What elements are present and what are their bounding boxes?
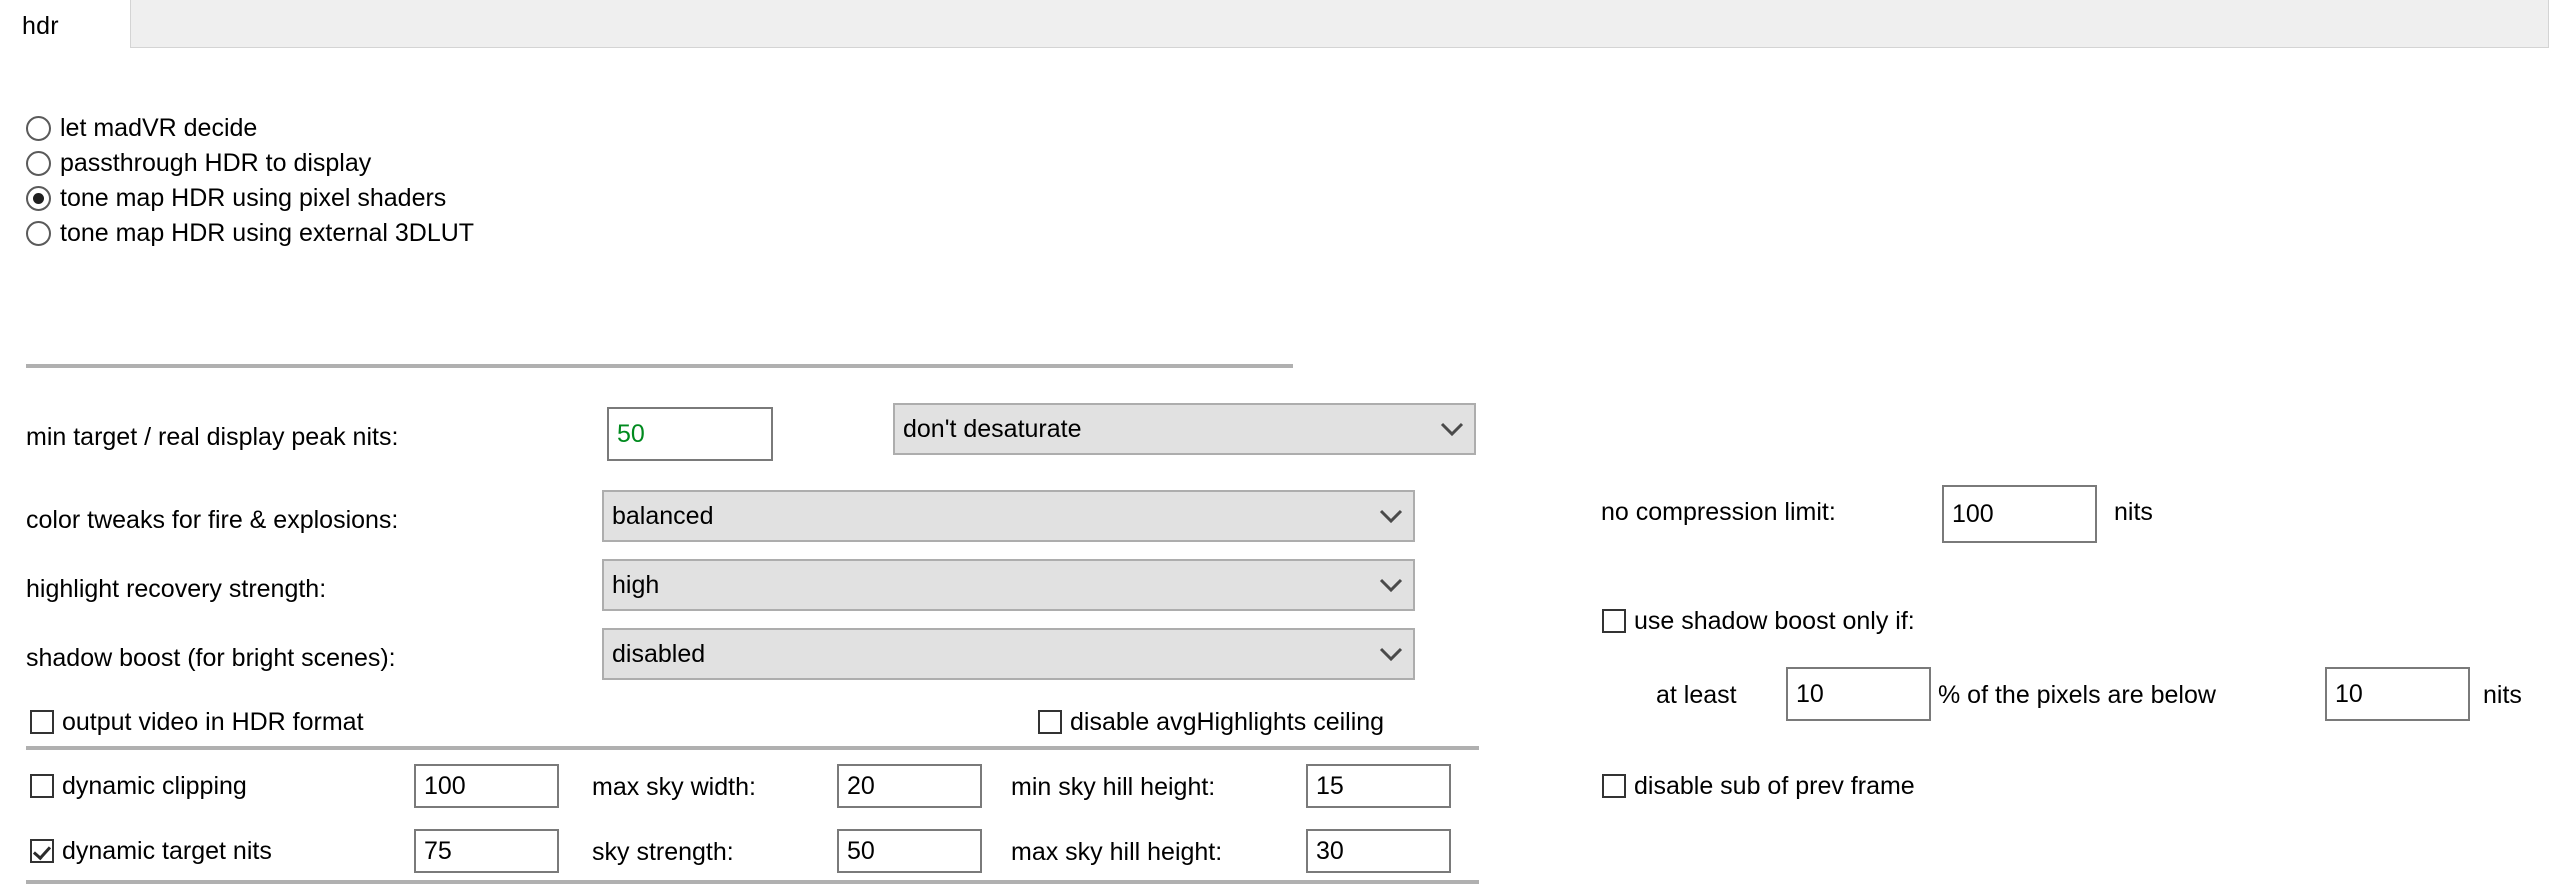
checkbox-icon-checked[interactable]: [30, 839, 54, 863]
radio-passthrough-hdr-label: passthrough HDR to display: [60, 148, 372, 177]
radio-tone-map-3dlut-label: tone map HDR using external 3DLUT: [60, 218, 475, 247]
color-tweaks-label: color tweaks for fire & explosions:: [26, 506, 399, 534]
max-sky-width-input[interactable]: 20: [837, 764, 982, 808]
chevron-down-icon: [1369, 507, 1413, 525]
radio-icon[interactable]: [26, 150, 51, 176]
radio-let-madvr-decide-label: let madVR decide: [60, 113, 258, 142]
min-sky-hill-height-input[interactable]: 15: [1306, 764, 1451, 808]
max-sky-hill-height-label: max sky hill height:: [1011, 838, 1223, 866]
dynamic-target-nits-input[interactable]: 75: [414, 829, 559, 873]
checkbox-icon[interactable]: [1602, 609, 1626, 633]
tab-hdr[interactable]: hdr: [0, 0, 130, 52]
at-least-percent-input[interactable]: 10: [1786, 667, 1931, 721]
percent-of-pixels-label: % of the pixels are below: [1938, 681, 2216, 709]
no-compression-limit-input[interactable]: 100: [1942, 485, 2097, 543]
checkbox-icon[interactable]: [1038, 710, 1062, 734]
sky-strength-label: sky strength:: [592, 838, 734, 866]
at-least-label: at least: [1656, 681, 1737, 709]
checkbox-dynamic-clipping[interactable]: dynamic clipping: [30, 771, 247, 801]
radio-icon[interactable]: [26, 115, 51, 141]
below-nits-input[interactable]: 10: [2325, 667, 2470, 721]
checkbox-disable-avg-highlights-label: disable avgHighlights ceiling: [1070, 707, 1385, 736]
chevron-down-icon: [1430, 420, 1474, 438]
radio-tone-map-pixel-shaders[interactable]: tone map HDR using pixel shaders: [26, 183, 446, 213]
checkbox-dynamic-clipping-label: dynamic clipping: [62, 771, 247, 800]
radio-icon[interactable]: [26, 220, 51, 246]
sky-strength-input[interactable]: 50: [837, 829, 982, 873]
tab-strip-empty-area: [130, 0, 2549, 48]
checkbox-icon[interactable]: [1602, 774, 1626, 798]
shadow-boost-label: shadow boost (for bright scenes):: [26, 644, 396, 672]
tab-hdr-label: hdr: [22, 11, 59, 40]
radio-tone-map-3dlut[interactable]: tone map HDR using external 3DLUT: [26, 218, 474, 248]
tab-strip: hdr: [0, 0, 2549, 52]
min-target-input[interactable]: 50: [607, 407, 773, 461]
separator-mid: [26, 746, 1479, 750]
max-sky-hill-height-input[interactable]: 30: [1306, 829, 1451, 873]
radio-icon-selected[interactable]: [26, 185, 51, 211]
checkbox-use-shadow-boost-only-if-label: use shadow boost only if:: [1634, 606, 1915, 635]
chevron-down-icon: [1369, 645, 1413, 663]
no-compression-limit-label: no compression limit:: [1601, 498, 1836, 526]
checkbox-icon[interactable]: [30, 774, 54, 798]
checkbox-disable-sub-prev-frame[interactable]: disable sub of prev frame: [1602, 771, 1915, 801]
highlight-recovery-label: highlight recovery strength:: [26, 575, 327, 603]
radio-tone-map-pixel-shaders-label: tone map HDR using pixel shaders: [60, 183, 447, 212]
separator-bottom: [26, 880, 1479, 884]
checkbox-output-video-hdr-label: output video in HDR format: [62, 707, 364, 736]
shadow-boost-dropdown-value: disabled: [612, 639, 706, 668]
min-target-label: min target / real display peak nits:: [26, 423, 399, 451]
no-compression-limit-unit: nits: [2114, 498, 2153, 526]
color-tweaks-dropdown-value: balanced: [612, 501, 714, 530]
max-sky-width-label: max sky width:: [592, 773, 756, 801]
chevron-down-icon: [1369, 576, 1413, 594]
desaturate-dropdown[interactable]: don't desaturate: [893, 403, 1476, 455]
checkbox-dynamic-target-nits-label: dynamic target nits: [62, 836, 272, 865]
separator-top: [26, 364, 1293, 368]
checkbox-output-video-hdr[interactable]: output video in HDR format: [30, 707, 364, 737]
checkbox-disable-sub-prev-frame-label: disable sub of prev frame: [1634, 771, 1915, 800]
dynamic-clipping-input[interactable]: 100: [414, 764, 559, 808]
below-nits-unit: nits: [2483, 681, 2522, 709]
checkbox-dynamic-target-nits[interactable]: dynamic target nits: [30, 836, 272, 866]
checkbox-use-shadow-boost-only-if[interactable]: use shadow boost only if:: [1602, 606, 1915, 636]
min-sky-hill-height-label: min sky hill height:: [1011, 773, 1216, 801]
radio-let-madvr-decide[interactable]: let madVR decide: [26, 113, 257, 143]
highlight-recovery-dropdown-value: high: [612, 570, 660, 599]
checkbox-disable-avg-highlights[interactable]: disable avgHighlights ceiling: [1038, 707, 1384, 737]
shadow-boost-dropdown[interactable]: disabled: [602, 628, 1415, 680]
radio-passthrough-hdr[interactable]: passthrough HDR to display: [26, 148, 371, 178]
checkbox-icon[interactable]: [30, 710, 54, 734]
color-tweaks-dropdown[interactable]: balanced: [602, 490, 1415, 542]
highlight-recovery-dropdown[interactable]: high: [602, 559, 1415, 611]
desaturate-dropdown-value: don't desaturate: [903, 414, 1082, 443]
